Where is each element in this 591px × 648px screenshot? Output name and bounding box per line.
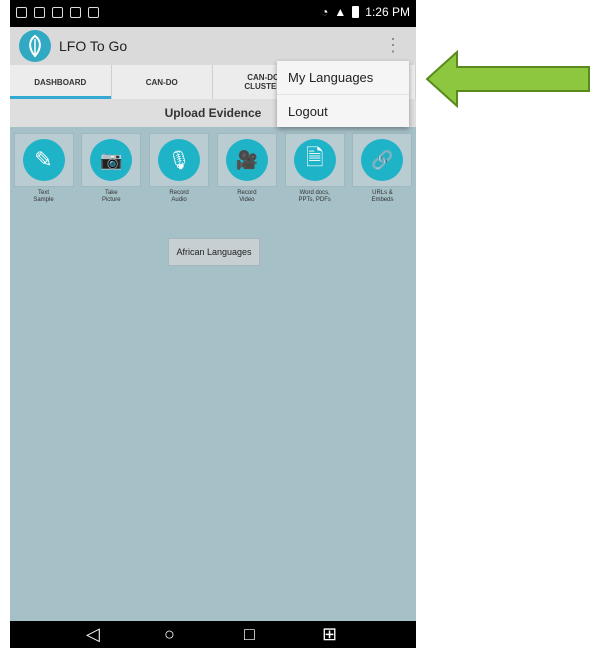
edit-document-icon: ✎ (22, 139, 65, 181)
app-title: LFO To Go (59, 38, 128, 54)
tile-frame: 🔗 (352, 133, 413, 187)
dashboard-content: Upload Evidence ✎ Text Sample 📷 Take Pic… (10, 99, 416, 621)
tile-frame: 📷 (81, 133, 142, 187)
african-languages-button[interactable]: African Languages (168, 238, 260, 266)
notification-icons (16, 7, 99, 18)
back-icon[interactable]: ◁ (86, 623, 100, 645)
status-time: 1:26 PM (365, 5, 410, 19)
upload-tiles: ✎ Text Sample 📷 Take Picture 🎙 Record Au… (12, 133, 414, 204)
recent-apps-icon[interactable]: □ (244, 623, 255, 645)
record-audio-tile[interactable]: 🎙 Record Audio (148, 133, 211, 204)
system-icons: ◔ ▲ 1:26 PM (321, 5, 410, 19)
microphone-icon: 🎙 (158, 139, 201, 181)
status-bar: ◔ ▲ 1:26 PM (10, 0, 416, 27)
app-bar: LFO To Go ⋮ (10, 27, 416, 65)
wifi-icon: ◔ (321, 5, 329, 19)
tile-frame: 🗎 (284, 133, 345, 187)
multi-window-icon[interactable]: ⊞ (322, 623, 337, 645)
documents-audio-icon: 🗎 (293, 139, 336, 181)
notification-icon (88, 7, 99, 18)
home-icon[interactable]: ○ (164, 623, 175, 645)
tile-label: Word docs, PPTs, PDFs (298, 190, 331, 203)
tab-can-do[interactable]: CAN-DO (112, 65, 213, 99)
tile-label: Take Picture (101, 190, 121, 203)
overflow-dropdown-menu: My Languages Logout (277, 61, 409, 127)
tile-frame: ✎ (13, 133, 74, 187)
take-picture-tile[interactable]: 📷 Take Picture (80, 133, 143, 204)
notification-icon (52, 7, 63, 18)
signal-icon: ▲ (334, 5, 347, 19)
camera-icon: 📷 (90, 139, 133, 181)
notification-icon (16, 7, 27, 18)
tile-label: URLs & Embeds (371, 190, 394, 203)
tile-label: Record Video (237, 190, 257, 203)
tile-frame: 🎙 (149, 133, 210, 187)
video-camera-icon: 🎥 (225, 139, 268, 181)
text-sample-tile[interactable]: ✎ Text Sample (12, 133, 75, 204)
notification-icon (34, 7, 45, 18)
link-icon: 🔗 (361, 139, 404, 181)
notification-icon (70, 7, 81, 18)
tile-frame: 🎥 (216, 133, 277, 187)
urls-embeds-tile[interactable]: 🔗 URLs & Embeds (351, 133, 414, 204)
documents-tile[interactable]: 🗎 Word docs, PPTs, PDFs (283, 133, 346, 204)
menu-item-logout[interactable]: Logout (277, 94, 409, 128)
menu-item-my-languages[interactable]: My Languages (277, 61, 409, 94)
record-video-tile[interactable]: 🎥 Record Video (215, 133, 278, 204)
tab-dashboard[interactable]: DASHBOARD (10, 65, 112, 99)
navigation-bar: ◁ ○ □ ⊞ (10, 621, 416, 648)
pointer-arrow-icon (425, 50, 590, 108)
tile-label: Record Audio (169, 190, 189, 203)
overflow-menu-icon[interactable]: ⋮ (384, 36, 402, 54)
app-logo-icon (19, 30, 51, 62)
battery-icon (352, 6, 360, 18)
tile-label: Text Sample (33, 190, 54, 203)
